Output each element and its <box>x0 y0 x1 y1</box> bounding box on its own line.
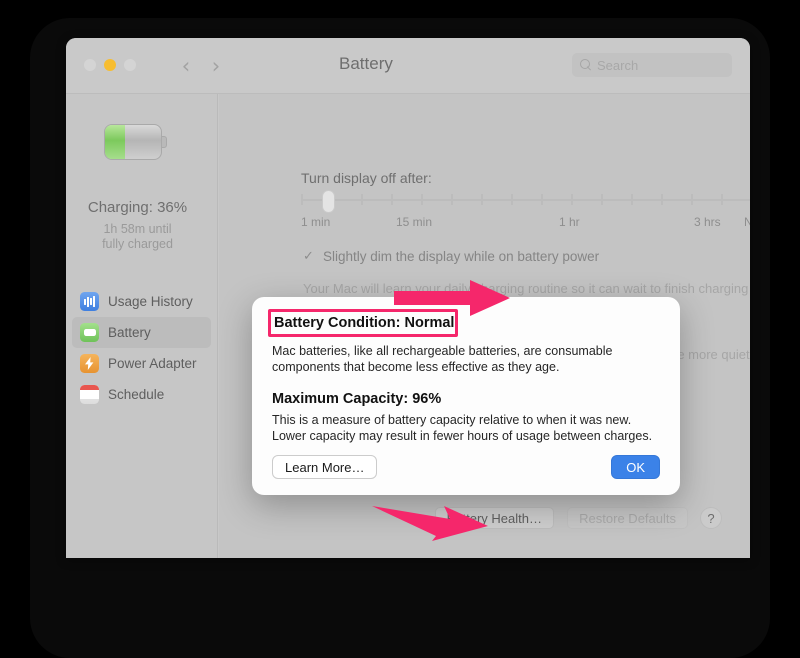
dim-display-checkbox-row[interactable]: ✓ Slightly dim the display while on batt… <box>303 249 599 264</box>
forward-arrow-icon[interactable]: › <box>206 56 226 77</box>
checkbox-check-icon[interactable]: ✓ <box>303 250 316 263</box>
slider-tick-label: 15 min <box>396 215 433 229</box>
slider-line <box>301 199 750 201</box>
calendar-icon <box>80 385 99 404</box>
help-button[interactable]: ? <box>700 507 722 529</box>
charging-time-label: 1h 58m until fully charged <box>102 222 173 251</box>
dialog-paragraph-1: Mac batteries, like all rechargeable bat… <box>272 344 613 374</box>
sidebar-item-label: Battery <box>108 325 151 340</box>
sidebar-list: Usage History Battery Power Adapter Sche… <box>66 286 217 410</box>
annotation-highlight-box <box>268 309 458 337</box>
ok-button[interactable]: OK <box>611 455 660 479</box>
battery-fill <box>105 125 126 159</box>
dialog-paragraph-2: This is a measure of battery capacity re… <box>272 413 653 443</box>
zoom-button[interactable] <box>124 59 136 71</box>
search-input[interactable]: Search <box>572 53 732 77</box>
system-preferences-window: ‹ › Battery Search Charging: 36% 1h 58m … <box>66 38 750 558</box>
battery-shell <box>104 124 162 160</box>
bolt-icon <box>80 354 99 373</box>
search-icon <box>580 59 592 71</box>
dialog-button-row: Learn More… OK <box>272 455 660 479</box>
sidebar: Charging: 36% 1h 58m until fully charged … <box>66 94 218 558</box>
sidebar-item-battery[interactable]: Battery <box>72 317 211 348</box>
turn-display-off-label: Turn display off after: <box>301 170 432 186</box>
sidebar-item-label: Schedule <box>108 387 165 402</box>
minimize-button[interactable] <box>104 59 116 71</box>
slider-thumb[interactable] <box>322 190 335 213</box>
slider-tick-label: Never <box>744 215 750 229</box>
battery-health-dialog: Battery Condition: Normal Mac batteries,… <box>252 297 680 495</box>
sidebar-item-usage-history[interactable]: Usage History <box>72 286 211 317</box>
page-title: Battery <box>339 54 393 73</box>
dialog-maximum-capacity-heading: Maximum Capacity: 96% <box>272 391 442 407</box>
battery-icon <box>80 323 99 342</box>
sidebar-item-label: Usage History <box>108 294 193 309</box>
sidebar-item-power-adapter[interactable]: Power Adapter <box>72 348 211 379</box>
slider-tick-label: 1 hr <box>559 215 580 229</box>
sidebar-item-schedule[interactable]: Schedule <box>72 379 211 410</box>
close-button[interactable] <box>84 59 96 71</box>
bar-chart-icon <box>80 292 99 311</box>
battery-level-graphic <box>104 124 167 160</box>
window-titlebar: ‹ › Battery Search <box>66 38 750 115</box>
search-placeholder: Search <box>597 57 639 73</box>
slider-tick-label: 3 hrs <box>694 215 721 229</box>
restore-defaults-button: Restore Defaults <box>567 507 688 529</box>
charging-status-label: Charging: 36% <box>87 199 188 216</box>
window-body: Charging: 36% 1h 58m until fully charged … <box>66 94 750 558</box>
slider-tick-labels: 1 min 15 min 1 hr 3 hrs Never <box>301 215 750 231</box>
battery-terminal <box>162 136 167 148</box>
slider-track[interactable] <box>301 190 750 213</box>
sidebar-item-label: Power Adapter <box>108 356 197 371</box>
battery-health-button[interactable]: Battery Health… <box>434 507 554 529</box>
slider-tick-label: 1 min <box>301 215 331 229</box>
back-arrow-icon[interactable]: ‹ <box>176 56 196 77</box>
turn-display-off-slider[interactable]: 1 min 15 min 1 hr 3 hrs Never <box>301 190 750 231</box>
dim-display-label: Slightly dim the display while on batter… <box>323 249 600 264</box>
learn-more-button[interactable]: Learn More… <box>272 455 378 479</box>
